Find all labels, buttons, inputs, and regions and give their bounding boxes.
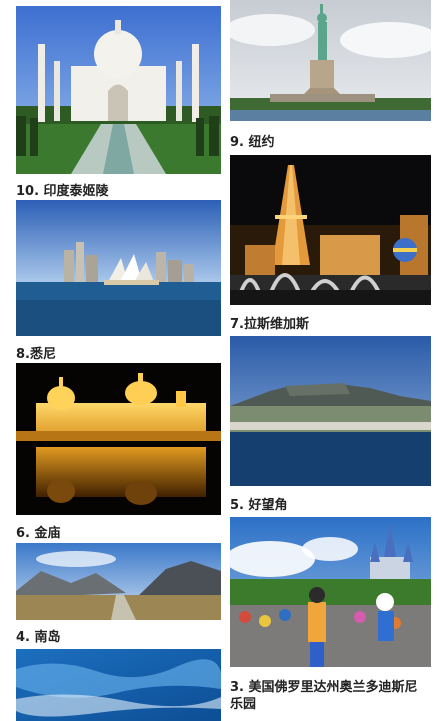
caption-disney: 3. 美国佛罗里达州奥兰多迪斯尼乐园: [230, 680, 418, 712]
photo-cape-town[interactable]: [230, 336, 431, 486]
caption-golden-temple: 6. 金庙: [16, 526, 61, 541]
caption-sydney: 8.悉尼: [16, 347, 56, 362]
caption-new-york: 9. 纽约: [230, 135, 275, 150]
photo-ocean[interactable]: [16, 649, 221, 721]
photo-taj-mahal[interactable]: [16, 6, 221, 174]
caption-taj-mahal: 10. 印度泰姬陵: [16, 184, 109, 199]
caption-las-vegas: 7.拉斯维加斯: [230, 317, 309, 332]
photo-south-island[interactable]: [16, 543, 221, 620]
photo-new-york[interactable]: [230, 0, 431, 121]
photo-sydney[interactable]: [16, 200, 221, 336]
photo-disney[interactable]: [230, 517, 431, 667]
photo-golden-temple[interactable]: [16, 363, 221, 515]
caption-cape-town: 5. 好望角: [230, 498, 288, 513]
caption-south-island: 4. 南岛: [16, 630, 61, 645]
photo-las-vegas[interactable]: [230, 155, 431, 305]
